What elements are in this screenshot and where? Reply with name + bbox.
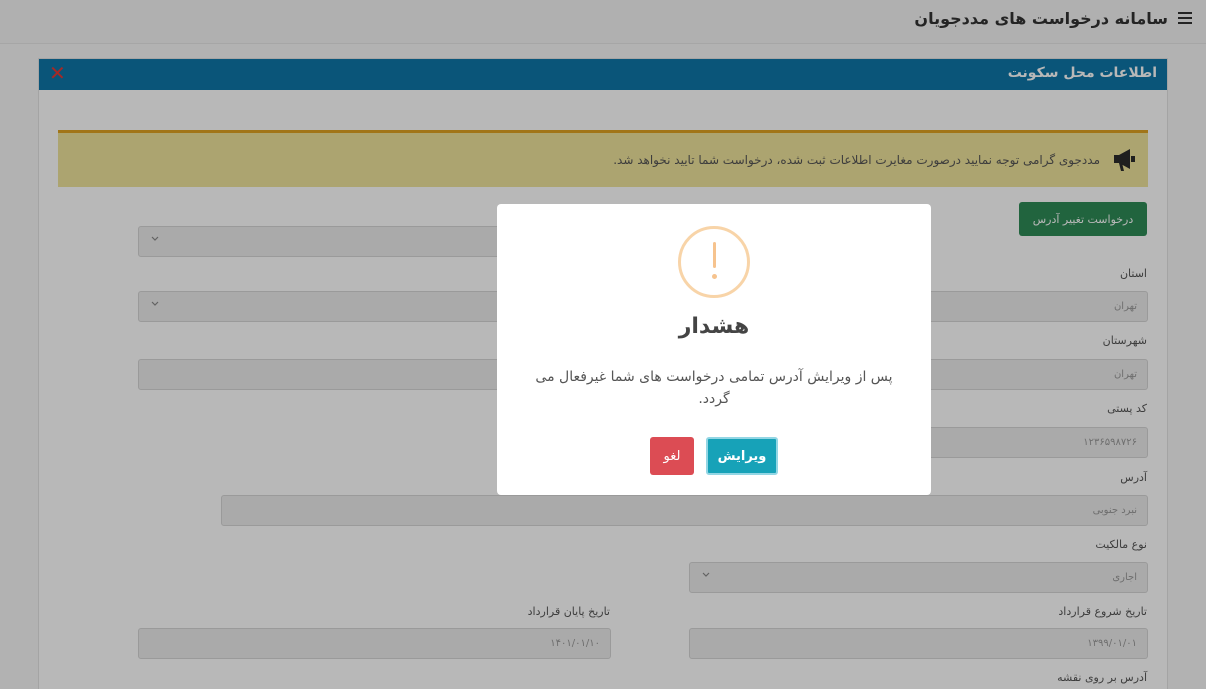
cancel-button[interactable]: لغو	[650, 437, 694, 475]
warning-dialog: هشدار پس از ویرایش آدرس تمامی درخواست ها…	[497, 204, 931, 495]
dialog-title: هشدار	[678, 314, 750, 339]
edit-confirm-button[interactable]: ویرایش	[706, 437, 778, 475]
dialog-message: پس از ویرایش آدرس تمامی درخواست های شما …	[535, 369, 893, 407]
warning-icon	[678, 226, 750, 298]
